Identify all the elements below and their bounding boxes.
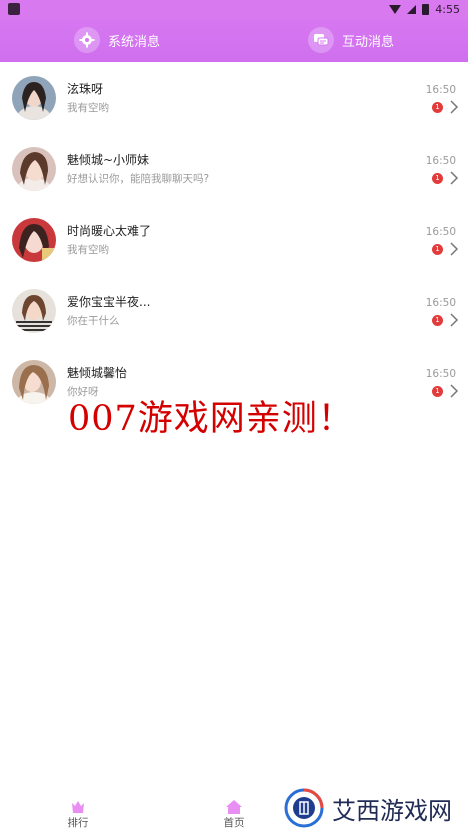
nav-label-ranking: 排行	[67, 817, 89, 829]
status-bar: 4:55	[0, 0, 468, 18]
nav-item-ranking[interactable]: 排行	[0, 798, 156, 832]
sender-name: 时尚暖心太难了	[67, 223, 152, 238]
sender-name: 魅倾城馨怡	[67, 365, 128, 380]
message-tabs-header: 系统消息 互动消息	[0, 18, 468, 62]
avatar	[12, 359, 56, 404]
sender-name: 魅倾城~小师妹	[67, 152, 150, 167]
site-logo: 艾西游戏网	[284, 788, 452, 828]
message-preview: 我有空哟	[67, 101, 109, 114]
message-item[interactable]: 时尚暖心太难了 我有空哟 16:50 1	[0, 204, 468, 275]
app-screen: 4:55 系统消息 互动消息 泫珠呀 我有空哟 16:50 1 魅倾城~小师妹 …	[0, 0, 468, 832]
sender-name: 泫珠呀	[67, 81, 104, 96]
tab-interaction-messages-label: 互动消息	[341, 34, 394, 50]
tab-system-messages[interactable]: 系统消息	[0, 27, 234, 53]
tab-system-messages-label: 系统消息	[107, 34, 160, 50]
message-item[interactable]: 爱你宝宝半夜... 你在干什么 16:50 1	[0, 275, 468, 346]
nav-label-home: 首页	[223, 817, 245, 829]
chevron-right-icon	[450, 242, 459, 256]
message-time: 16:50	[425, 297, 456, 309]
signal-icon	[407, 4, 417, 14]
message-time: 16:50	[425, 226, 456, 238]
trophy-icon	[72, 801, 84, 813]
unread-badge: 1	[432, 173, 443, 184]
message-text: 爱你宝宝半夜... 你在干什么	[67, 294, 468, 328]
chevron-right-icon	[450, 384, 459, 398]
message-time: 16:50	[425, 155, 456, 167]
unread-badge: 1	[432, 386, 443, 397]
message-item[interactable]: 魅倾城~小师妹 好想认识你，能陪我聊聊天吗? 16:50 1	[0, 133, 468, 204]
unread-badge: 1	[432, 244, 443, 255]
avatar	[12, 288, 56, 333]
status-time: 4:55	[435, 2, 460, 16]
app-notification-icon	[8, 3, 20, 15]
message-time: 16:50	[425, 368, 456, 380]
message-time: 16:50	[425, 84, 456, 96]
message-preview: 好想认识你，能陪我聊聊天吗?	[67, 172, 210, 185]
home-icon	[226, 800, 242, 814]
logo-emblem-icon	[284, 788, 324, 828]
chevron-right-icon	[450, 313, 459, 327]
logo-text: 艾西游戏网	[332, 796, 452, 825]
status-icons: 4:55	[389, 3, 460, 16]
watermark-text: 007游戏网亲测！	[68, 399, 354, 439]
battery-icon	[422, 3, 430, 15]
message-text: 时尚暖心太难了 我有空哟	[67, 223, 468, 257]
message-item[interactable]: 泫珠呀 我有空哟 16:50 1	[0, 62, 468, 133]
message-text: 魅倾城~小师妹 好想认识你，能陪我聊聊天吗?	[67, 152, 468, 186]
chevron-right-icon	[450, 100, 459, 114]
avatar	[12, 217, 56, 262]
message-preview: 你在干什么	[67, 314, 120, 327]
wifi-icon	[389, 4, 402, 14]
chevron-right-icon	[450, 171, 459, 185]
avatar	[12, 75, 56, 120]
avatar	[12, 146, 56, 191]
message-preview: 我有空哟	[67, 243, 109, 256]
gear-icon	[73, 27, 100, 53]
tab-interaction-messages[interactable]: 互动消息	[234, 27, 468, 53]
chat-icon	[307, 27, 334, 53]
unread-badge: 1	[432, 315, 443, 326]
sender-name: 爱你宝宝半夜...	[67, 294, 151, 309]
unread-badge: 1	[432, 102, 443, 113]
message-text: 泫珠呀 我有空哟	[67, 81, 468, 115]
message-list: 泫珠呀 我有空哟 16:50 1 魅倾城~小师妹 好想认识你，能陪我聊聊天吗?	[0, 62, 468, 417]
